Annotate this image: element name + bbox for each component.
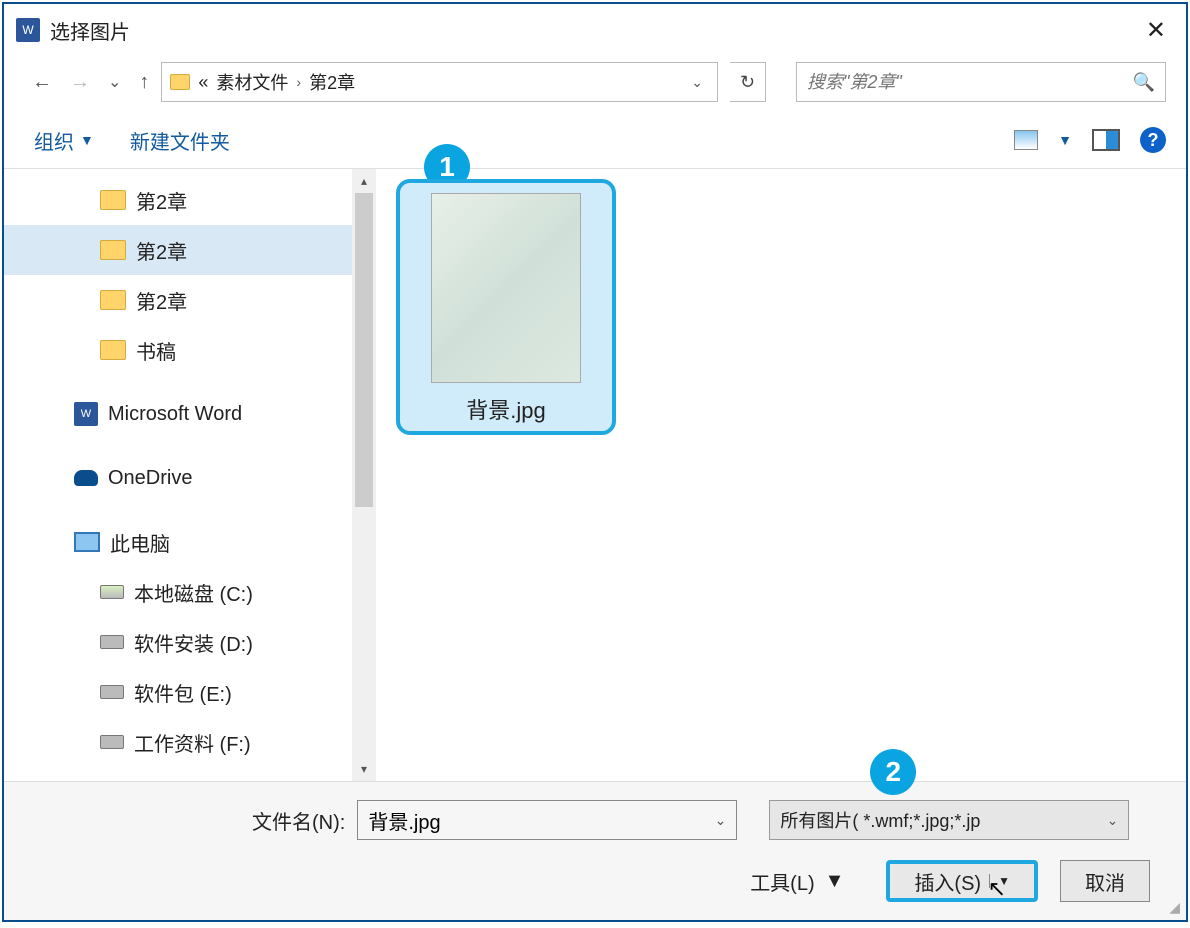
drive-icon: [100, 685, 124, 699]
view-dropdown-icon[interactable]: ▼: [1058, 132, 1072, 148]
tree-item[interactable]: 书稿: [4, 325, 376, 375]
dialog-footer: 文件名(N): 背景.jpg ⌄ 所有图片( *.wmf;*.jpg;*.jp …: [4, 781, 1186, 920]
pc-icon: [74, 532, 100, 552]
filename-label: 文件名(N):: [252, 806, 345, 835]
tree-item-label: 第2章: [136, 186, 187, 215]
folder-icon: [100, 290, 126, 310]
chevron-down-icon[interactable]: ⌄: [1107, 812, 1119, 829]
cursor-icon: ↖: [988, 876, 1006, 902]
view-controls: ▼ ?: [1014, 127, 1166, 153]
file-name: 背景.jpg: [466, 393, 545, 425]
tree-item[interactable]: 第2章: [4, 225, 376, 275]
tree-item[interactable]: 软件安装 (D:): [4, 617, 376, 667]
scroll-up-icon[interactable]: ▴: [352, 169, 376, 193]
tree-item-label: 工作资料 (F:): [134, 728, 251, 757]
preview-pane-icon[interactable]: [1092, 129, 1120, 151]
tree-item[interactable]: 本地磁盘 (C:): [4, 567, 376, 617]
tree-item-label: 本地磁盘 (C:): [134, 578, 253, 607]
chevron-down-icon: ▼: [825, 870, 845, 893]
chevron-down-icon[interactable]: ⌄: [715, 812, 727, 829]
cancel-button[interactable]: 取消: [1060, 860, 1150, 902]
file-thumbnail: [431, 193, 581, 383]
breadcrumb-prefix: «: [198, 72, 208, 93]
toolbar: 组织 ▼ 新建文件夹 ▼ ?: [4, 112, 1186, 168]
scrollbar[interactable]: ▴ ▾: [352, 169, 376, 781]
chevron-down-icon[interactable]: ▼: [80, 132, 94, 148]
thumbnail-view-icon[interactable]: [1014, 130, 1038, 150]
tree-item[interactable]: W Microsoft Word: [4, 389, 376, 439]
tree-item-label: OneDrive: [108, 467, 192, 490]
tree-item-label: 软件安装 (D:): [134, 628, 253, 657]
tree-item[interactable]: 工作资料 (F:): [4, 717, 376, 767]
refresh-icon[interactable]: ↻: [730, 62, 766, 102]
tree-item-label: Microsoft Word: [108, 403, 242, 426]
onedrive-icon: [74, 470, 98, 486]
breadcrumb-part[interactable]: 第2章: [309, 69, 355, 95]
insert-button[interactable]: 插入(S) ↖ ▼: [886, 860, 1038, 902]
forward-icon[interactable]: →: [70, 71, 90, 94]
scroll-thumb[interactable]: [355, 193, 373, 507]
new-folder-button[interactable]: 新建文件夹: [130, 126, 230, 155]
tree-item[interactable]: 此电脑: [4, 517, 376, 567]
search-input[interactable]: [807, 72, 1133, 93]
address-bar[interactable]: « 素材文件 › 第2章 ⌄: [161, 62, 718, 102]
tree-item-label: 第2章: [136, 236, 187, 265]
folder-icon: [100, 190, 126, 210]
tree-item[interactable]: OneDrive: [4, 453, 376, 503]
tools-button[interactable]: 工具(L) ▼: [750, 867, 844, 896]
tree-item[interactable]: 第2章: [4, 175, 376, 225]
resize-grip-icon[interactable]: ◢: [1169, 899, 1180, 916]
folder-icon: [100, 340, 126, 360]
drive-icon: [100, 735, 124, 749]
back-icon[interactable]: ←: [32, 71, 52, 94]
folder-icon: [100, 240, 126, 260]
organize-button[interactable]: 组织: [34, 126, 74, 155]
word-icon: W: [74, 402, 98, 426]
file-open-dialog: W 选择图片 ✕ ← → ⌄ ↑ « 素材文件 › 第2章 ⌄ ↻ 🔍 组织 ▼…: [2, 2, 1188, 922]
address-dropdown-icon[interactable]: ⌄: [691, 74, 703, 91]
nav-arrows: ← → ⌄ ↑: [32, 71, 149, 94]
tree-item[interactable]: 第2章: [4, 275, 376, 325]
search-icon[interactable]: 🔍: [1133, 72, 1155, 93]
tree-item-label: 书稿: [136, 336, 176, 365]
drive-icon: [100, 635, 124, 649]
button-row: 工具(L) ▼ 插入(S) ↖ ▼ 取消: [32, 860, 1158, 902]
file-type-filter[interactable]: 所有图片( *.wmf;*.jpg;*.jp ⌄ 2: [769, 800, 1129, 840]
up-icon[interactable]: ↑: [139, 71, 149, 94]
dialog-title: 选择图片: [50, 16, 1138, 45]
filter-text: 所有图片( *.wmf;*.jpg;*.jp: [780, 807, 980, 833]
folder-icon: [170, 74, 190, 90]
tree-item-label: 软件包 (E:): [134, 678, 232, 707]
filename-value: 背景.jpg: [368, 806, 440, 835]
scroll-down-icon[interactable]: ▾: [352, 757, 376, 781]
filename-input[interactable]: 背景.jpg ⌄: [357, 800, 737, 840]
title-bar: W 选择图片 ✕: [4, 4, 1186, 56]
tree-item-label: 第2章: [136, 286, 187, 315]
recent-dropdown-icon[interactable]: ⌄: [108, 72, 121, 92]
tree-item[interactable]: 软件包 (E:): [4, 667, 376, 717]
word-app-icon: W: [16, 18, 40, 42]
callout-badge-2: 2: [870, 749, 916, 795]
drive-c-icon: [100, 585, 124, 599]
breadcrumb-part[interactable]: 素材文件: [216, 69, 288, 95]
main-area: 第2章第2章第2章书稿WMicrosoft WordOneDrive此电脑本地磁…: [4, 168, 1186, 781]
filename-row: 文件名(N): 背景.jpg ⌄ 所有图片( *.wmf;*.jpg;*.jp …: [32, 800, 1158, 840]
chevron-right-icon: ›: [296, 74, 301, 90]
folder-tree: 第2章第2章第2章书稿WMicrosoft WordOneDrive此电脑本地磁…: [4, 169, 376, 781]
close-icon[interactable]: ✕: [1138, 16, 1174, 45]
file-item-selected[interactable]: 背景.jpg: [396, 179, 616, 435]
tree-item-label: 此电脑: [110, 528, 170, 557]
file-list[interactable]: 背景.jpg: [376, 169, 1186, 781]
help-icon[interactable]: ?: [1140, 127, 1166, 153]
search-box[interactable]: 🔍: [796, 62, 1166, 102]
navigation-row: ← → ⌄ ↑ « 素材文件 › 第2章 ⌄ ↻ 🔍: [4, 56, 1186, 112]
